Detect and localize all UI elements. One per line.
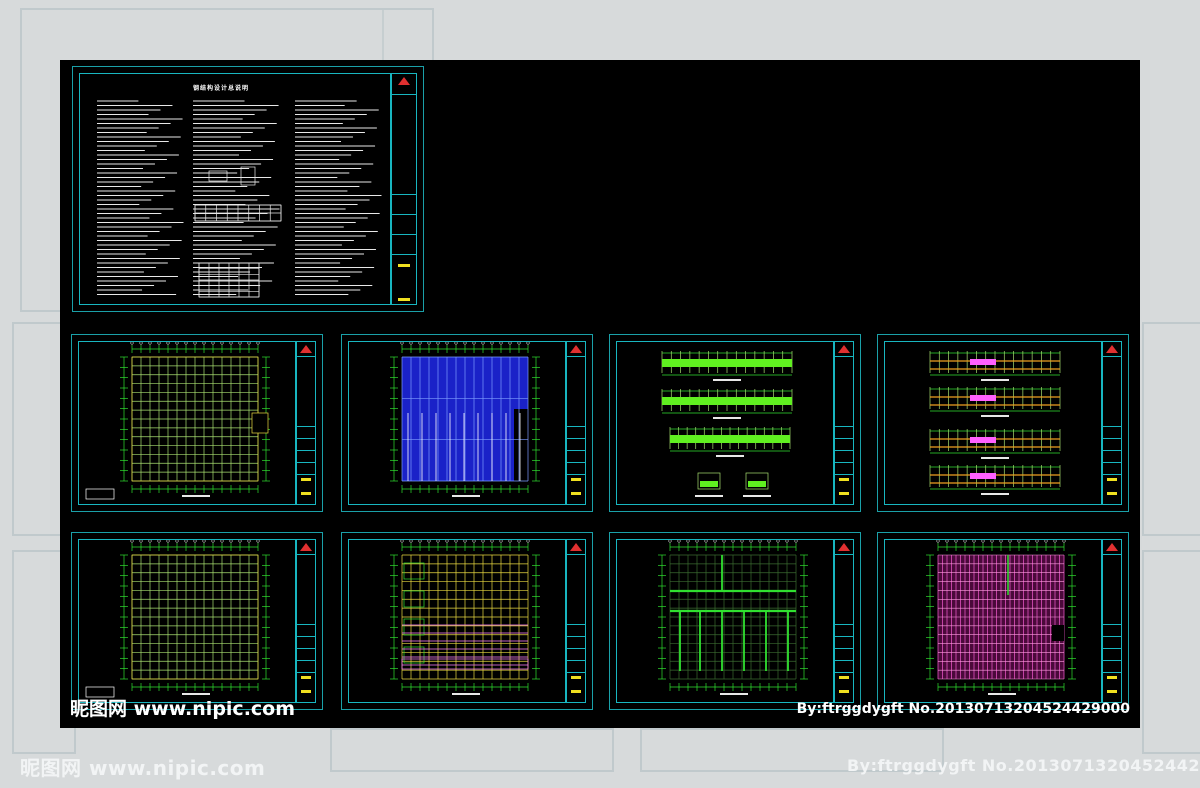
sheet-purlin-plan xyxy=(341,532,593,710)
background-ghost-sheet xyxy=(1142,550,1200,754)
background-watermark-site: 昵图网 www.nipic.com xyxy=(20,756,266,780)
sheet-bracing-plan xyxy=(609,532,861,710)
background-ghost-sheet xyxy=(1142,322,1200,536)
background-ghost-strip xyxy=(330,728,614,772)
notes-text-lines xyxy=(97,100,382,298)
watermark-site: 昵图网 www.nipic.com xyxy=(70,698,296,720)
sheet-elevations-orange xyxy=(877,334,1129,512)
sheet-elevations-green xyxy=(609,334,861,512)
sheet-cover-notes: 钢结构设计总说明 xyxy=(72,66,424,312)
background-watermark-id: By:ftrggdygft No.2013071320452442 xyxy=(846,756,1200,775)
sheet-column-grid-plan xyxy=(71,334,323,512)
sheet-roof-plan-magenta xyxy=(877,532,1129,710)
sheet-roof-plan-blue xyxy=(341,334,593,512)
watermark-author-id: By:ftrggdygft No.20130713204524429000 xyxy=(796,701,1130,717)
drawing-panel: 钢结构设计总说明 xyxy=(60,60,1140,728)
sheet-foundation-grid-plan xyxy=(71,532,323,710)
